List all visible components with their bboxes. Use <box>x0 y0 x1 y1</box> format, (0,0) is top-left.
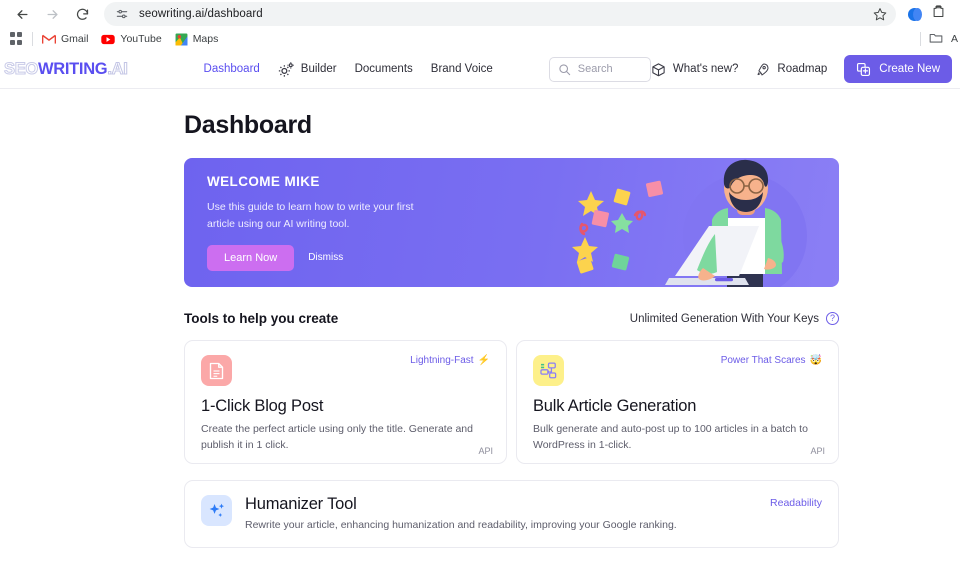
header-right-actions: What's new? Roadmap Create New <box>651 55 960 83</box>
roadmap-link[interactable]: Roadmap <box>755 62 827 77</box>
welcome-banner-content: WELCOME MIKE Use this guide to learn how… <box>184 174 427 271</box>
logo-part-seo: SEO <box>4 59 39 78</box>
nav-label: Documents <box>354 63 413 75</box>
page-title: Dashboard <box>184 111 312 139</box>
nav-label: Builder <box>300 63 337 75</box>
tools-heading: Tools to help you create <box>184 311 339 326</box>
extensions-icon[interactable] <box>931 4 946 24</box>
reload-icon[interactable] <box>68 0 96 28</box>
search-box[interactable] <box>548 56 651 82</box>
card-header: Power That Scares 🤯 <box>533 355 822 386</box>
rocket-icon <box>755 62 770 77</box>
nav-item-documents[interactable]: Documents <box>355 63 413 75</box>
bookmark-star-icon[interactable] <box>872 6 888 22</box>
tool-card-humanizer-tool[interactable]: Humanizer Tool Rewrite your article, enh… <box>184 480 839 548</box>
youtube-icon <box>101 34 116 44</box>
card-header: Lightning-Fast ⚡ <box>201 355 490 386</box>
forward-arrow-icon[interactable] <box>38 0 66 28</box>
nav-item-dashboard[interactable]: Dashboard <box>204 63 260 75</box>
bookmarks-folder-icon[interactable] <box>929 32 943 47</box>
wide-card-description: Rewrite your article, enhancing humaniza… <box>245 519 677 531</box>
site-settings-icon[interactable] <box>114 6 130 22</box>
tools-section-header: Tools to help you create Unlimited Gener… <box>184 311 839 326</box>
gmail-icon <box>42 34 56 44</box>
bookmarks-right-divider <box>919 32 921 46</box>
card-title: 1-Click Blog Post <box>201 397 324 415</box>
tool-cards-row: Lightning-Fast ⚡ 1-Click Blog Post Creat… <box>184 340 839 464</box>
roadmap-label: Roadmap <box>777 63 828 75</box>
chrome-right-controls <box>902 4 952 24</box>
whats-new-label: What's new? <box>672 63 739 75</box>
address-bar[interactable]: seowriting.ai/dashboard <box>104 2 896 26</box>
create-new-button[interactable]: Create New <box>844 55 952 83</box>
card-tag: Power That Scares 🤯 <box>721 355 822 366</box>
nav-label: Brand Voice <box>430 63 493 75</box>
bookmarks-divider <box>32 32 33 46</box>
create-new-label: Create New <box>879 63 940 75</box>
question-mark-icon[interactable]: ? <box>826 312 839 325</box>
lightning-bolt-icon: ⚡ <box>477 355 490 366</box>
wide-card-tag[interactable]: Readability <box>770 497 822 509</box>
card-api-badge: API <box>478 446 493 456</box>
card-description: Bulk generate and auto-post up to 100 ar… <box>533 423 808 451</box>
welcome-banner-subtitle: Use this guide to learn how to write you… <box>207 201 414 230</box>
main-navigation: Dashboard Builder Documents Brand Voice <box>204 61 493 77</box>
welcome-banner-actions: Learn Now Dismiss <box>207 244 427 271</box>
maps-icon <box>175 33 188 45</box>
bookmark-youtube[interactable]: YouTube <box>101 33 162 45</box>
unlimited-generation-label: Unlimited Generation With Your Keys <box>629 312 819 325</box>
bookmarks-overflow-label: A <box>950 33 958 45</box>
mind-blown-icon: 🤯 <box>809 355 822 366</box>
apps-grid-icon[interactable] <box>10 32 24 46</box>
address-bar-url: seowriting.ai/dashboard <box>139 8 263 20</box>
browser-toolbar: seowriting.ai/dashboard <box>0 0 960 28</box>
nav-item-builder[interactable]: Builder <box>278 61 337 77</box>
card-api-badge: API <box>810 446 825 456</box>
bookmark-label: YouTube <box>120 33 162 45</box>
app-header: SEO WRITING .AI Dashboard Builder Document… <box>0 50 960 89</box>
person-with-laptop-illustration <box>549 158 839 287</box>
content-column: Dashboard WELCOME MIKE Use this guide to… <box>184 89 839 548</box>
bookmark-maps[interactable]: Maps <box>175 33 219 46</box>
logo-part-writing: WRITING <box>37 59 108 78</box>
back-arrow-icon[interactable] <box>8 0 36 28</box>
bookmark-gmail[interactable]: Gmail <box>42 33 88 45</box>
unlimited-generation-note[interactable]: Unlimited Generation With Your Keys ? <box>630 312 839 325</box>
wide-card-body: Humanizer Tool Rewrite your article, enh… <box>245 495 677 531</box>
logo-part-ai: .AI <box>107 59 128 78</box>
nav-label: Dashboard <box>203 63 260 75</box>
page-body: Dashboard WELCOME MIKE Use this guide to… <box>0 89 960 560</box>
bookmark-label: Gmail <box>61 33 89 45</box>
tool-card-bulk-article-generation[interactable]: Power That Scares 🤯 Bulk Article Generat… <box>516 340 839 464</box>
dismiss-button[interactable]: Dismiss <box>308 252 343 263</box>
browser-chrome: seowriting.ai/dashboard Gmail YouTube Ma… <box>0 0 960 51</box>
document-icon <box>201 355 232 386</box>
bookmarks-overflow: A <box>919 28 958 50</box>
card-tag: Lightning-Fast ⚡ <box>410 355 490 366</box>
search-icon <box>558 63 571 76</box>
profile-avatar[interactable] <box>908 7 922 21</box>
tool-card-1-click-blog-post[interactable]: Lightning-Fast ⚡ 1-Click Blog Post Creat… <box>184 340 507 464</box>
whats-new-link[interactable]: What's new? <box>651 62 738 77</box>
card-description: Create the perfect article using only th… <box>201 423 473 451</box>
create-new-icon <box>856 62 871 77</box>
welcome-banner-title: WELCOME MIKE <box>207 174 320 190</box>
card-title: Bulk Article Generation <box>533 397 697 415</box>
card-tag-label: Lightning-Fast <box>410 355 474 366</box>
sparkles-icon <box>201 495 232 526</box>
workflow-nodes-icon <box>533 355 564 386</box>
gears-icon <box>278 61 295 77</box>
card-tag-label: Power That Scares <box>720 355 806 366</box>
learn-now-button[interactable]: Learn Now <box>207 244 295 271</box>
app-logo[interactable]: SEO WRITING .AI <box>4 59 129 79</box>
search-input[interactable] <box>577 63 642 75</box>
wide-card-title: Humanizer Tool <box>245 495 357 513</box>
welcome-banner: WELCOME MIKE Use this guide to learn how… <box>184 158 839 287</box>
bookmark-label: Maps <box>192 33 219 45</box>
bookmarks-bar: Gmail YouTube Maps A <box>0 28 960 50</box>
gift-box-icon <box>651 62 666 77</box>
nav-item-brand-voice[interactable]: Brand Voice <box>431 63 493 75</box>
